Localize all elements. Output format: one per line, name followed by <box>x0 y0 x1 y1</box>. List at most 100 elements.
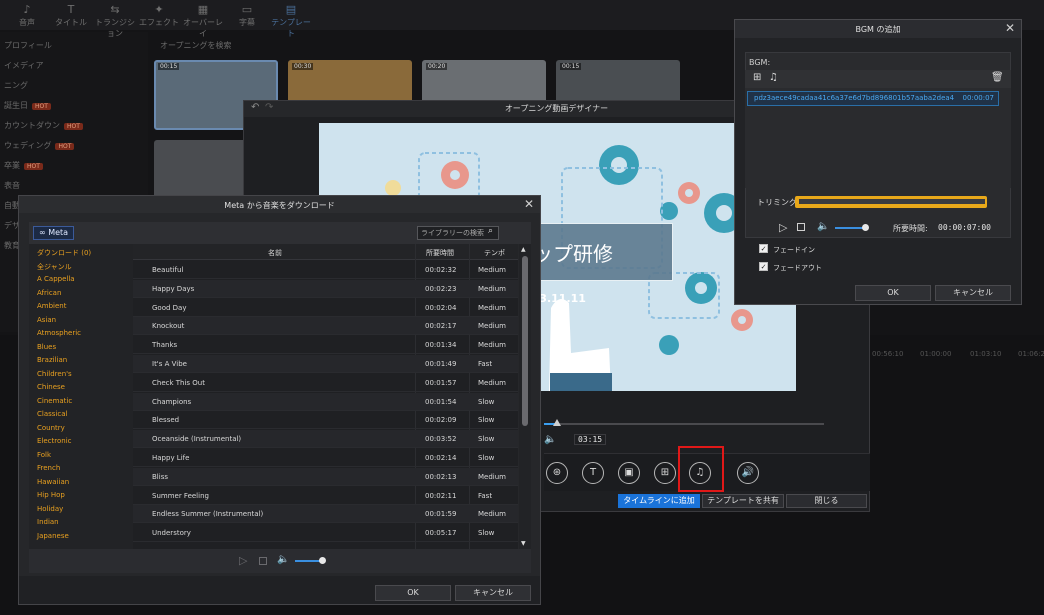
genre-item[interactable]: Asian <box>37 316 56 324</box>
sidebar-category[interactable]: 表音 <box>4 180 20 191</box>
column-header-tempo[interactable]: テンポ <box>484 248 505 258</box>
fade-in-checkbox[interactable]: ✓ <box>759 244 768 253</box>
ok-button[interactable]: OK <box>855 285 931 301</box>
genre-item[interactable]: Cinematic <box>37 397 72 405</box>
genre-item[interactable]: Children's <box>37 370 72 378</box>
sidebar-category[interactable]: イメディア <box>4 60 43 71</box>
seek-bar[interactable] <box>544 423 824 425</box>
genre-item[interactable]: French <box>37 464 60 472</box>
track-row[interactable]: Thanks 00:01:34 Medium <box>133 336 518 355</box>
seek-handle[interactable] <box>553 419 561 426</box>
share-template-button[interactable]: テンプレートを共有 <box>702 494 784 508</box>
bgm-file-row[interactable]: pdz3aece49cadaa41c6a37e6d7bd896801b57aab… <box>747 91 999 106</box>
sidebar-category[interactable]: カウントダウン HOT <box>4 120 83 131</box>
genre-item[interactable]: Chinese <box>37 383 65 391</box>
genre-item[interactable]: Indian <box>37 518 59 526</box>
close-icon[interactable]: ✕ <box>1005 21 1015 35</box>
sidebar-category[interactable]: ニング <box>4 80 28 91</box>
volume-slider-handle[interactable] <box>319 557 326 564</box>
genre-item[interactable]: Holiday <box>37 505 63 513</box>
add-file-icon[interactable]: ⊞ <box>753 72 761 83</box>
scrollbar-thumb[interactable] <box>522 256 528 426</box>
genre-item[interactable]: Folk <box>37 451 51 459</box>
fade-out-checkbox[interactable]: ✓ <box>759 262 768 271</box>
genre-item[interactable]: Country <box>37 424 65 432</box>
sidebar-category[interactable]: 誕生日 HOT <box>4 100 51 111</box>
close-icon[interactable]: ✕ <box>524 197 534 211</box>
volume-slider[interactable] <box>295 560 322 562</box>
tab-transition[interactable]: ⇆ トランジション <box>92 3 138 38</box>
add-music-icon[interactable]: ♫ <box>769 72 778 83</box>
genre-item[interactable]: Brazilian <box>37 356 67 364</box>
tab-effect[interactable]: ✦ エフェクト <box>136 3 182 29</box>
genre-item[interactable]: Blues <box>37 343 56 351</box>
track-row[interactable]: Good Day 00:02:04 Medium <box>133 299 518 317</box>
sidebar-category[interactable]: プロフィール <box>4 40 52 51</box>
column-header-name[interactable]: 名前 <box>268 248 282 258</box>
track-row[interactable]: Endless Summer (Instrumental) 00:01:59 Med… <box>133 505 518 524</box>
track-tempo: Slow <box>478 397 495 406</box>
track-row[interactable]: Champions 00:01:54 Slow <box>133 392 518 411</box>
meta-music-download-dialog: Meta から音楽をダウンロード ✕ ∞ Meta ライブラリーの検索 ⌕ ダウ… <box>18 195 541 605</box>
stop-icon[interactable] <box>259 557 267 565</box>
volume-icon[interactable]: 🔈 <box>277 554 289 565</box>
library-search-input[interactable]: ライブラリーの検索 <box>417 226 499 240</box>
tab-overlay[interactable]: ▦ オーバーレイ <box>180 3 226 38</box>
genre-item[interactable]: ダウンロード (0) <box>37 248 91 258</box>
column-header-duration[interactable]: 所要時間 <box>426 248 454 258</box>
text-icon: T <box>67 3 75 16</box>
tab-subtitle[interactable]: ▭ 字幕 <box>224 3 270 29</box>
genre-item[interactable]: Electronic <box>37 437 72 445</box>
volume-slider[interactable] <box>835 227 865 229</box>
tab-text[interactable]: T タイトル <box>48 3 94 29</box>
genre-item[interactable]: Ambient <box>37 302 66 310</box>
track-row[interactable]: Beautiful 00:02:32 Medium <box>133 261 518 279</box>
genre-item[interactable]: Hip Hop <box>37 491 65 499</box>
track-row[interactable]: Bliss 00:02:13 Medium <box>133 467 518 486</box>
track-row[interactable]: Blessed 00:02:09 Slow <box>133 411 518 430</box>
track-row[interactable]: Check This Out 00:01:57 Medium <box>133 374 518 392</box>
trash-icon[interactable]: 🗑 <box>991 72 1004 83</box>
volume-icon[interactable]: 🔈 <box>817 221 829 232</box>
genre-item[interactable]: Classical <box>37 410 67 418</box>
sidebar-category[interactable]: ウェディング HOT <box>4 140 75 151</box>
volume-icon[interactable]: 🔈 <box>544 434 556 445</box>
scroll-down-icon[interactable]: ▼ <box>521 540 526 547</box>
track-row[interactable]: Oceanside (Instrumental) 00:03:52 Slow <box>133 430 518 449</box>
track-row[interactable]: Summer Feeling 00:02:11 Fast <box>133 487 518 505</box>
text-icon[interactable]: T <box>582 462 604 484</box>
track-row[interactable]: Understory 00:05:17 Slow <box>133 524 518 543</box>
media-icon[interactable]: ⊞ <box>654 462 676 484</box>
tab-template[interactable]: ▤ テンプレート <box>268 3 314 38</box>
image-icon[interactable]: ▣ <box>618 462 640 484</box>
genre-item[interactable]: 全ジャンル <box>37 262 72 272</box>
timeline-time-marker: 01:06:20 <box>1018 350 1044 358</box>
play-icon[interactable]: ▷ <box>779 221 787 234</box>
track-row[interactable]: It's A Vibe 00:01:49 Fast <box>133 355 518 373</box>
add-to-timeline-button[interactable]: タイムラインに追加 <box>618 494 700 508</box>
track-row[interactable]: Happy Days 00:02:23 Medium <box>133 279 518 298</box>
search-icon[interactable]: ⌕ <box>488 226 493 236</box>
close-button[interactable]: 閉じる <box>786 494 867 508</box>
hot-badge: HOT <box>55 143 75 150</box>
scroll-up-icon[interactable]: ▲ <box>521 246 526 253</box>
track-row[interactable]: Knockout 00:02:17 Medium <box>133 317 518 336</box>
group-icon[interactable]: ⊛ <box>546 462 568 484</box>
stop-icon[interactable] <box>797 223 805 231</box>
volume-slider-handle[interactable] <box>862 224 869 231</box>
track-row[interactable]: Happy Life 00:02:14 Slow <box>133 449 518 467</box>
cancel-button[interactable]: キャンセル <box>455 585 531 601</box>
play-icon[interactable]: ▷ <box>239 554 247 567</box>
sidebar-category[interactable]: 卒業 HOT <box>4 160 43 171</box>
cancel-button[interactable]: キャンセル <box>935 285 1011 301</box>
genre-item[interactable]: Hawaiian <box>37 478 69 486</box>
tab-music-note[interactable]: ♪ 音声 <box>4 3 50 29</box>
genre-item[interactable]: Japanese <box>37 532 69 540</box>
speaker-icon[interactable]: 🔊 <box>737 462 759 484</box>
genre-item[interactable]: African <box>37 289 61 297</box>
trim-range[interactable] <box>799 199 985 204</box>
genre-item[interactable]: Atmospheric <box>37 329 81 337</box>
track-tempo: Medium <box>478 284 506 293</box>
genre-item[interactable]: A Cappella <box>37 275 75 283</box>
ok-button[interactable]: OK <box>375 585 451 601</box>
